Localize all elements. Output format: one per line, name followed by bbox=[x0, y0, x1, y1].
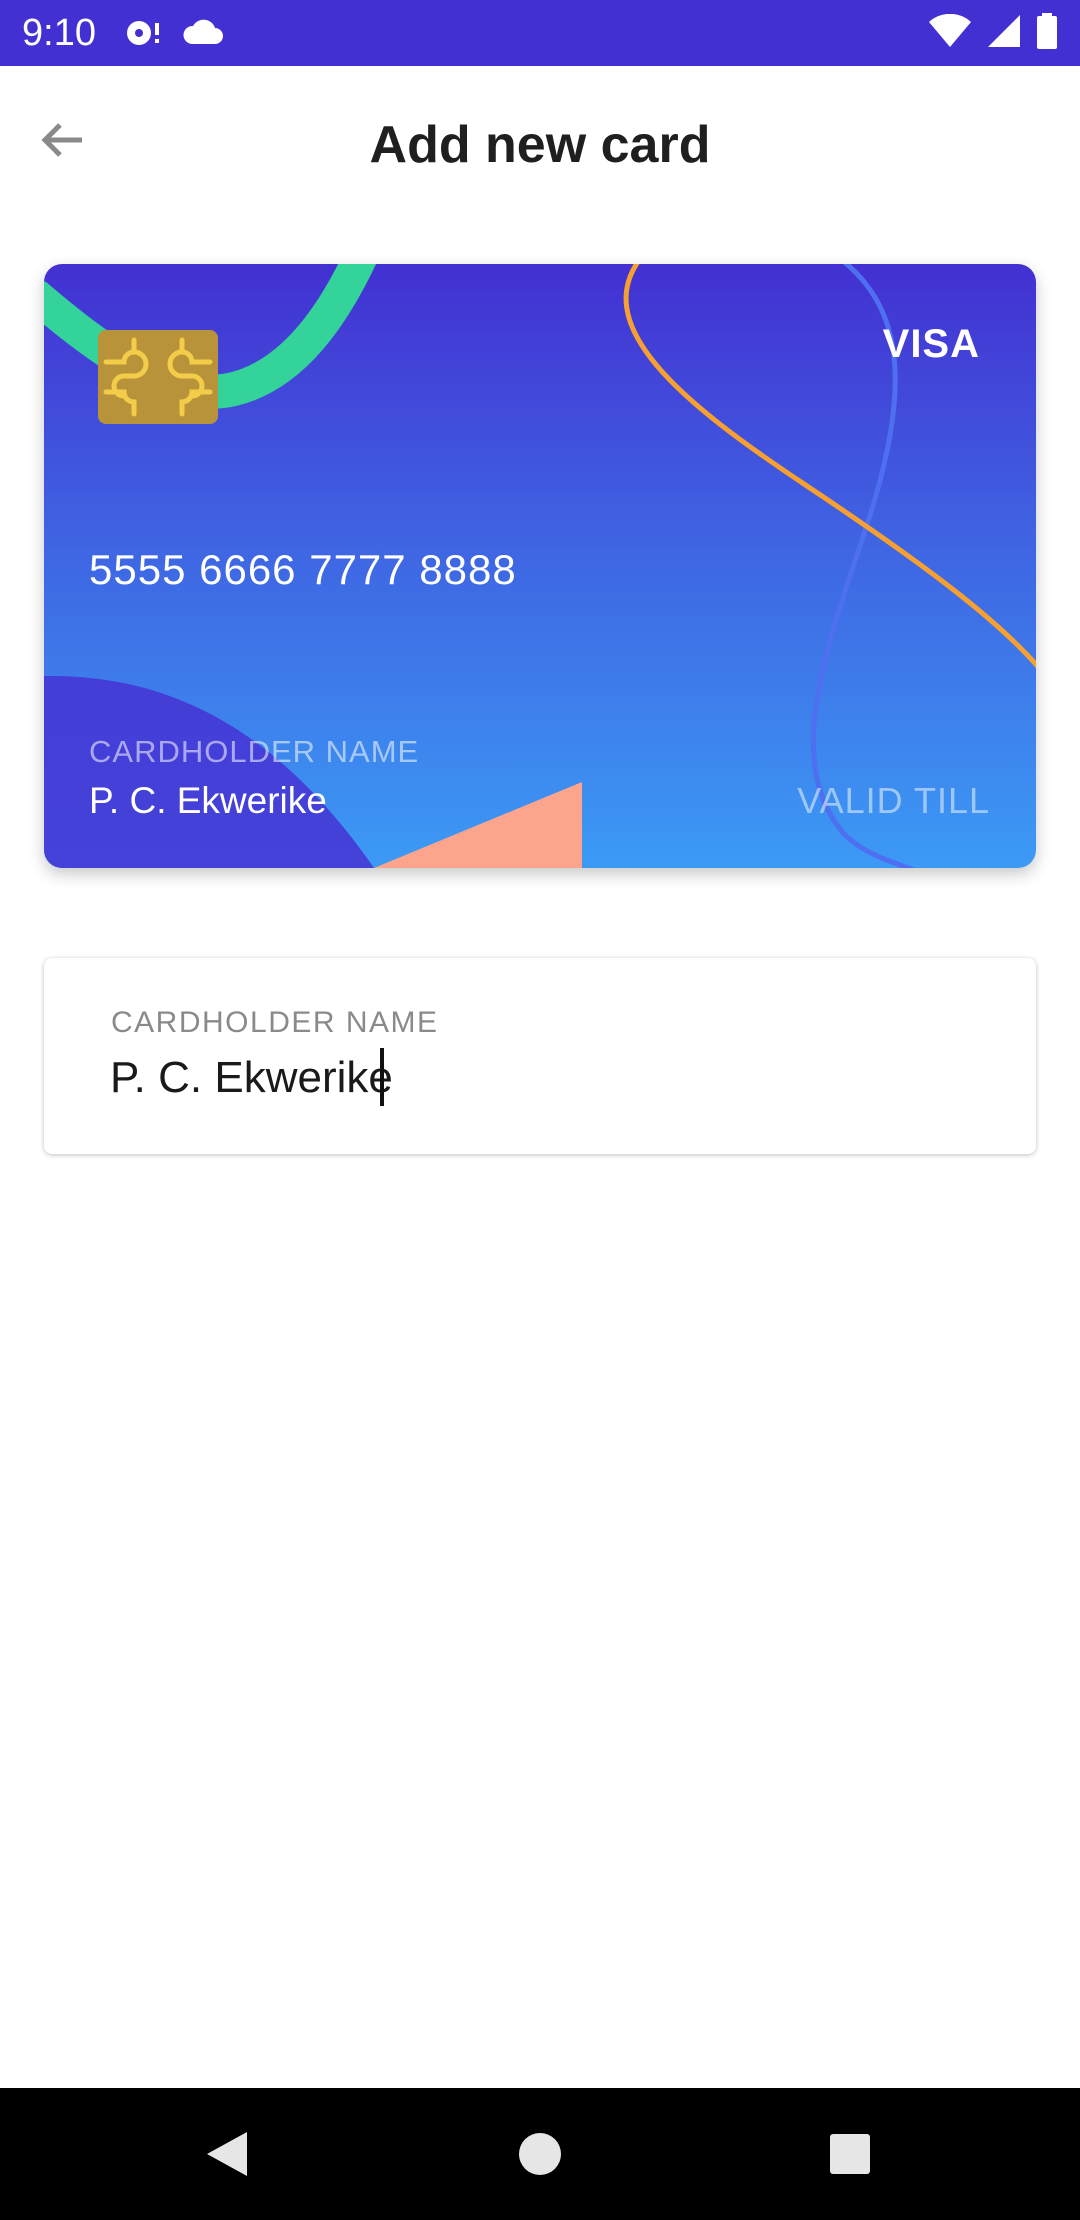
card-preview: VISA 5555 6666 7777 8888 CARDHOLDER NAME… bbox=[44, 264, 1036, 868]
recents-square-icon bbox=[829, 2133, 871, 2180]
cardholder-name-field[interactable]: CARDHOLDER NAME bbox=[44, 958, 1036, 1154]
status-bar: 9:10 bbox=[0, 0, 1080, 66]
cardholder-name-label: CARDHOLDER NAME bbox=[111, 1006, 439, 1039]
cell-signal-icon bbox=[986, 14, 1022, 53]
nav-recents-button[interactable] bbox=[818, 2124, 882, 2188]
back-triangle-icon bbox=[205, 2130, 249, 2183]
nav-back-button[interactable] bbox=[195, 2124, 259, 2188]
app-bar: Add new card bbox=[0, 66, 1080, 224]
nav-home-button[interactable] bbox=[508, 2124, 572, 2188]
card-holder-name: P. C. Ekwerike bbox=[89, 780, 327, 821]
text-cursor bbox=[380, 1048, 384, 1106]
valid-till-caption: VALID TILL bbox=[797, 780, 990, 821]
status-time: 9:10 bbox=[22, 12, 96, 54]
cloud-icon bbox=[182, 18, 224, 51]
battery-icon bbox=[1036, 12, 1058, 54]
card-brand-label: VISA bbox=[882, 322, 980, 366]
home-circle-icon bbox=[518, 2132, 562, 2181]
card-holder-caption: CARDHOLDER NAME bbox=[89, 734, 420, 769]
card-number: 5555 6666 7777 8888 bbox=[89, 546, 517, 593]
card-chip-icon bbox=[98, 330, 218, 424]
status-notification-icons bbox=[124, 14, 224, 54]
system-nav-bar bbox=[0, 2088, 1080, 2220]
cardholder-name-input[interactable] bbox=[110, 1046, 970, 1110]
page-title: Add new card bbox=[369, 116, 711, 174]
status-system-icons bbox=[928, 12, 1058, 54]
media-cast-icon bbox=[124, 15, 164, 54]
wifi-icon bbox=[928, 13, 972, 53]
